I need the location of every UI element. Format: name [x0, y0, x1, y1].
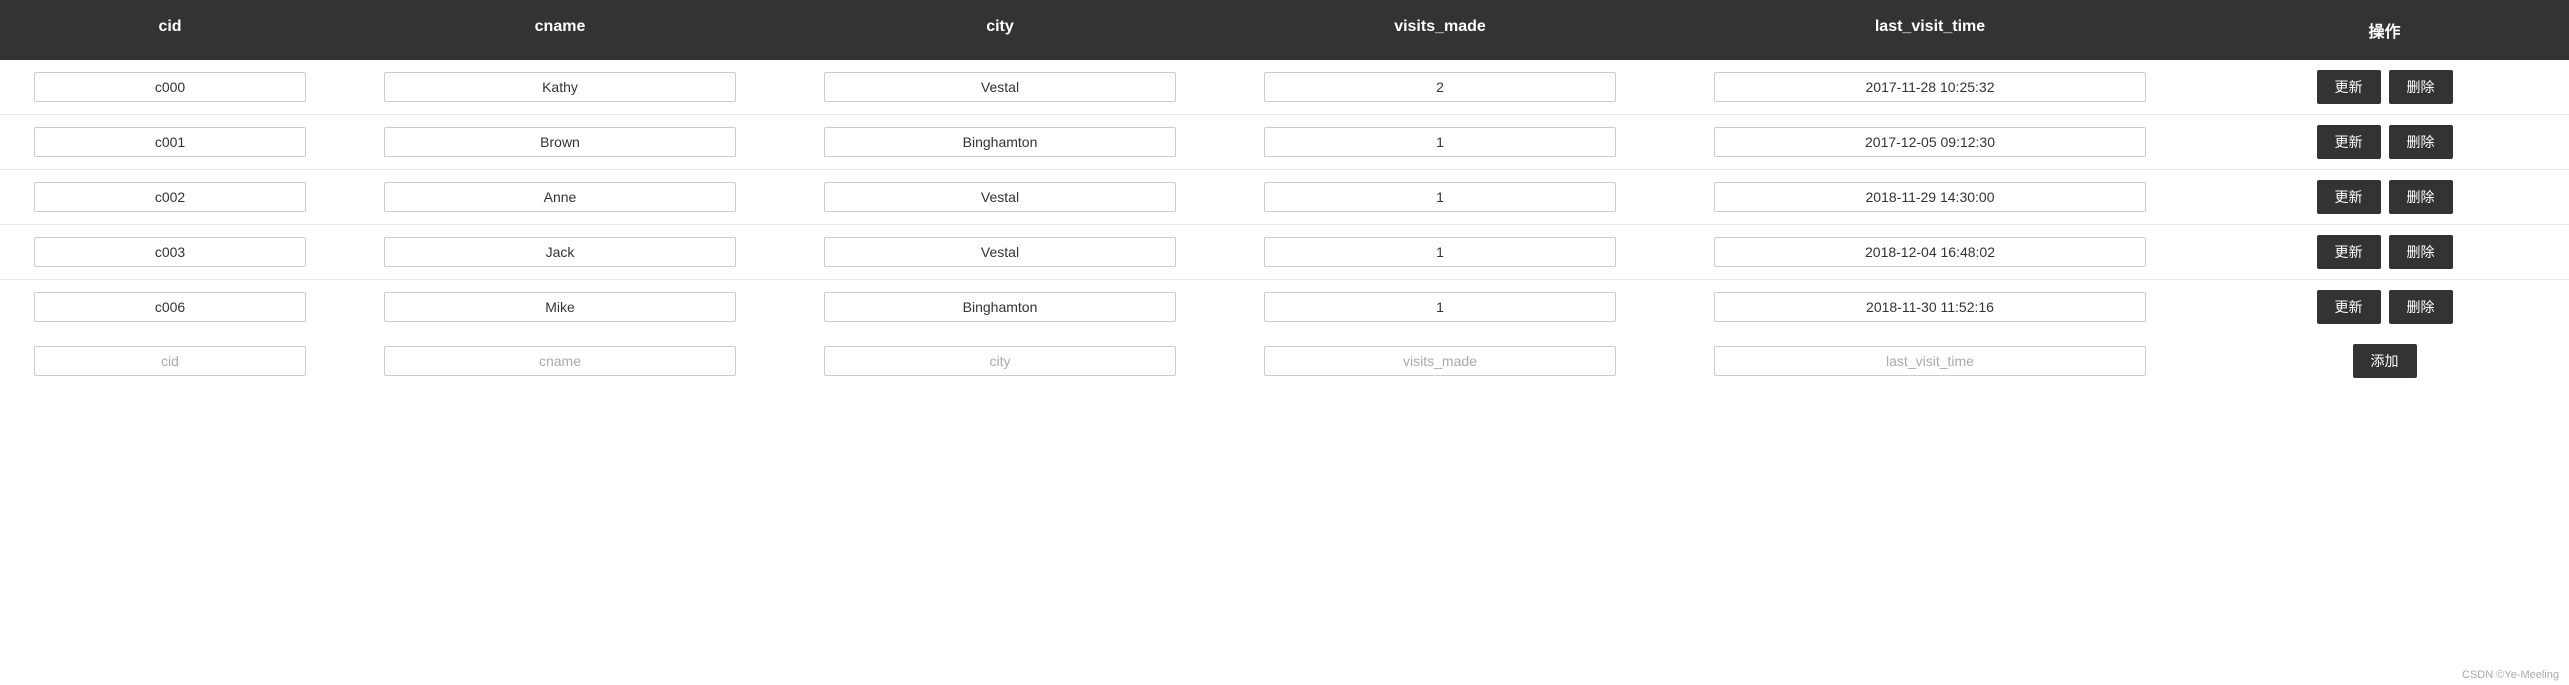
lastvisit-input[interactable]	[1714, 127, 2146, 157]
cell-cname	[340, 292, 780, 322]
cname-input[interactable]	[384, 72, 736, 102]
cid-value: c002	[34, 182, 306, 212]
cell-cid: c002	[0, 182, 340, 212]
cell-lastvisit	[1660, 237, 2200, 267]
table-row: c001 更新 删除	[0, 115, 2569, 170]
cid-value: c003	[34, 237, 306, 267]
cell-visits	[1220, 127, 1660, 157]
lastvisit-input[interactable]	[1714, 237, 2146, 267]
cell-ops: 更新 删除	[2200, 70, 2569, 104]
lastvisit-input[interactable]	[1714, 182, 2146, 212]
add-lastvisit-cell	[1660, 346, 2200, 376]
delete-button[interactable]: 删除	[2389, 180, 2453, 214]
add-city-cell	[780, 346, 1220, 376]
city-input[interactable]	[824, 127, 1176, 157]
table-header: cid cname city visits_made last_visit_ti…	[0, 0, 2569, 60]
ops-group: 更新 删除	[2200, 180, 2569, 214]
cname-input[interactable]	[384, 127, 736, 157]
header-city: city	[780, 0, 1220, 60]
city-input[interactable]	[824, 292, 1176, 322]
table-row: c003 更新 删除	[0, 225, 2569, 280]
add-button[interactable]: 添加	[2353, 344, 2417, 378]
cell-city	[780, 182, 1220, 212]
header-visits: visits_made	[1220, 0, 1660, 60]
visits-input[interactable]	[1264, 182, 1616, 212]
add-cid-cell	[0, 346, 340, 376]
table-row: c000 更新 删除	[0, 60, 2569, 115]
add-ops-group: 添加	[2200, 344, 2569, 378]
cell-cid: c001	[0, 127, 340, 157]
add-ops-cell: 添加	[2200, 344, 2569, 378]
cid-value: c000	[34, 72, 306, 102]
cid-value: c006	[34, 292, 306, 322]
cell-visits	[1220, 182, 1660, 212]
visits-input[interactable]	[1264, 72, 1616, 102]
cell-city	[780, 72, 1220, 102]
add-lastvisit-input[interactable]	[1714, 346, 2146, 376]
footer-note: CSDN ©Ye-Meeling	[2462, 669, 2559, 681]
add-visits-cell	[1220, 346, 1660, 376]
visits-input[interactable]	[1264, 237, 1616, 267]
add-visits-input[interactable]	[1264, 346, 1616, 376]
cell-cname	[340, 182, 780, 212]
add-cname-cell	[340, 346, 780, 376]
delete-button[interactable]: 删除	[2389, 235, 2453, 269]
table-row: c006 更新 删除	[0, 280, 2569, 334]
cell-cname	[340, 237, 780, 267]
cell-lastvisit	[1660, 292, 2200, 322]
cell-lastvisit	[1660, 72, 2200, 102]
cell-city	[780, 237, 1220, 267]
add-row: 添加	[0, 334, 2569, 388]
cname-input[interactable]	[384, 292, 736, 322]
delete-button[interactable]: 删除	[2389, 125, 2453, 159]
cell-ops: 更新 删除	[2200, 290, 2569, 324]
cname-input[interactable]	[384, 182, 736, 212]
table-row: c002 更新 删除	[0, 170, 2569, 225]
cid-value: c001	[34, 127, 306, 157]
add-cname-input[interactable]	[384, 346, 736, 376]
delete-button[interactable]: 删除	[2389, 290, 2453, 324]
update-button[interactable]: 更新	[2317, 70, 2381, 104]
cell-visits	[1220, 72, 1660, 102]
update-button[interactable]: 更新	[2317, 125, 2381, 159]
cname-input[interactable]	[384, 237, 736, 267]
add-cid-input[interactable]	[34, 346, 306, 376]
header-ops: 操作	[2200, 0, 2569, 60]
rows-container: c000 更新 删除 c001	[0, 60, 2569, 334]
cell-visits	[1220, 292, 1660, 322]
lastvisit-input[interactable]	[1714, 72, 2146, 102]
cell-city	[780, 292, 1220, 322]
cell-lastvisit	[1660, 127, 2200, 157]
city-input[interactable]	[824, 237, 1176, 267]
cell-city	[780, 127, 1220, 157]
ops-group: 更新 删除	[2200, 290, 2569, 324]
city-input[interactable]	[824, 182, 1176, 212]
lastvisit-input[interactable]	[1714, 292, 2146, 322]
update-button[interactable]: 更新	[2317, 235, 2381, 269]
visits-input[interactable]	[1264, 127, 1616, 157]
cell-lastvisit	[1660, 182, 2200, 212]
ops-group: 更新 删除	[2200, 235, 2569, 269]
ops-group: 更新 删除	[2200, 70, 2569, 104]
header-lastvisit: last_visit_time	[1660, 0, 2200, 60]
header-cid: cid	[0, 0, 340, 60]
cell-ops: 更新 删除	[2200, 180, 2569, 214]
cell-ops: 更新 删除	[2200, 125, 2569, 159]
update-button[interactable]: 更新	[2317, 290, 2381, 324]
add-city-input[interactable]	[824, 346, 1176, 376]
cell-cname	[340, 72, 780, 102]
cell-cid: c003	[0, 237, 340, 267]
main-table: cid cname city visits_made last_visit_ti…	[0, 0, 2569, 685]
update-button[interactable]: 更新	[2317, 180, 2381, 214]
delete-button[interactable]: 删除	[2389, 70, 2453, 104]
cell-cid: c000	[0, 72, 340, 102]
cell-cid: c006	[0, 292, 340, 322]
city-input[interactable]	[824, 72, 1176, 102]
ops-group: 更新 删除	[2200, 125, 2569, 159]
cell-ops: 更新 删除	[2200, 235, 2569, 269]
header-cname: cname	[340, 0, 780, 60]
cell-visits	[1220, 237, 1660, 267]
visits-input[interactable]	[1264, 292, 1616, 322]
cell-cname	[340, 127, 780, 157]
